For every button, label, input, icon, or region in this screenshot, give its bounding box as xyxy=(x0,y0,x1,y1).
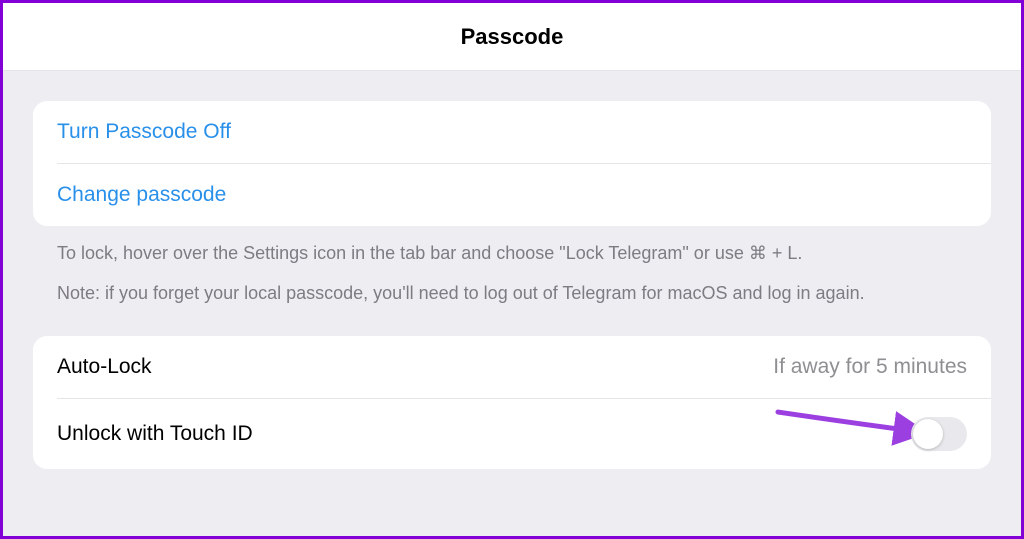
auto-lock-row[interactable]: Auto-Lock If away for 5 minutes xyxy=(33,336,991,398)
change-passcode-row[interactable]: Change passcode xyxy=(33,164,991,226)
content-area: Turn Passcode Off Change passcode To loc… xyxy=(3,71,1021,536)
turn-passcode-off-row[interactable]: Turn Passcode Off xyxy=(33,101,991,163)
annotation-arrow-icon xyxy=(773,409,933,457)
autolock-card: Auto-Lock If away for 5 minutes Unlock w… xyxy=(33,336,991,469)
titlebar: Passcode xyxy=(3,3,1021,71)
touch-id-row: Unlock with Touch ID xyxy=(33,399,991,469)
change-passcode-label: Change passcode xyxy=(57,183,226,207)
settings-window: Passcode Turn Passcode Off Change passco… xyxy=(3,3,1021,536)
auto-lock-value: If away for 5 minutes xyxy=(773,355,967,379)
turn-passcode-off-label: Turn Passcode Off xyxy=(57,120,231,144)
auto-lock-label: Auto-Lock xyxy=(57,355,152,379)
footer-hint-forget: Note: if you forget your local passcode,… xyxy=(33,266,991,306)
passcode-actions-card: Turn Passcode Off Change passcode xyxy=(33,101,991,226)
footer-hint-lock: To lock, hover over the Settings icon in… xyxy=(33,226,991,266)
toggle-knob xyxy=(913,419,943,449)
touch-id-toggle[interactable] xyxy=(911,417,967,451)
touch-id-label: Unlock with Touch ID xyxy=(57,422,253,446)
page-title: Passcode xyxy=(461,24,564,50)
